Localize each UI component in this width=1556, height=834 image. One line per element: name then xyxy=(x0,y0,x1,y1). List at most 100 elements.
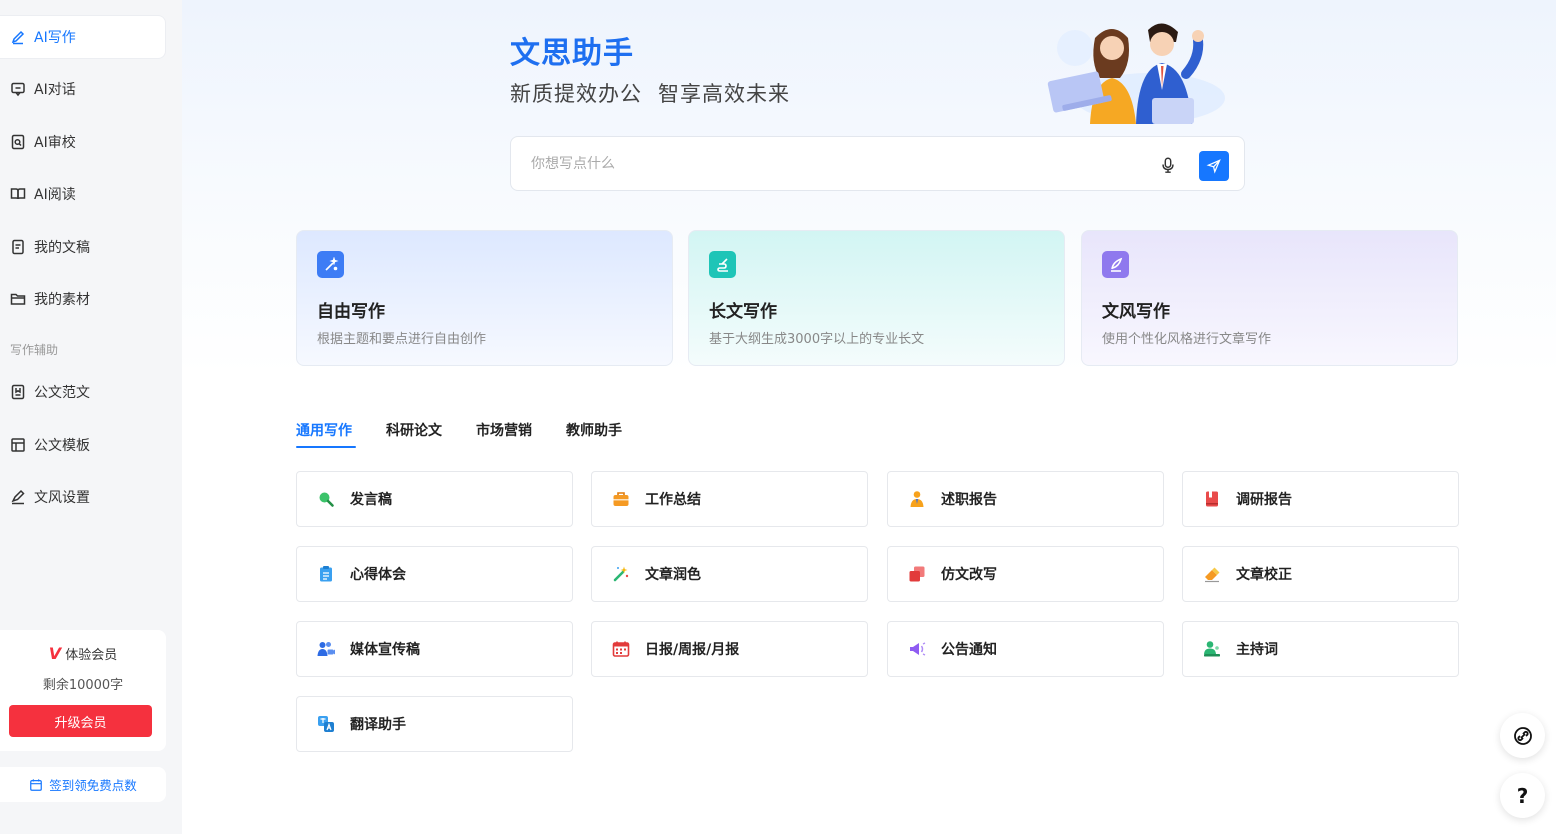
pen-icon xyxy=(10,29,26,45)
bookmark-doc-icon xyxy=(10,384,26,400)
media-people-icon xyxy=(317,640,335,658)
megaphone-icon xyxy=(908,640,926,658)
template-label: 心得体会 xyxy=(350,567,406,583)
template-label: 公告通知 xyxy=(941,642,997,658)
template-host-script[interactable]: 主持词 xyxy=(1182,621,1459,677)
quill-icon xyxy=(1102,251,1129,278)
help-label: ? xyxy=(1516,783,1529,808)
template-speech[interactable]: 发言稿 xyxy=(296,471,573,527)
feature-card-desc: 根据主题和要点进行自由创作 xyxy=(317,332,487,347)
sidebar-item-my-materials[interactable]: 我的素材 xyxy=(0,277,166,321)
sidebar-item-ai-writing[interactable]: AI写作 xyxy=(0,15,166,59)
sidebar-item-label: AI写作 xyxy=(34,30,76,46)
template-label: 工作总结 xyxy=(645,492,701,508)
signin-button[interactable]: 签到领免费点数 xyxy=(0,767,166,802)
member-remaining: 剩余10000字 xyxy=(42,678,124,693)
magic-pen-icon xyxy=(317,251,344,278)
book-icon xyxy=(10,186,26,202)
active-tab-indicator xyxy=(296,446,356,448)
template-imitation-rewrite[interactable]: 仿文改写 xyxy=(887,546,1164,602)
sidebar-item-label: AI审校 xyxy=(34,135,76,151)
template-daily-weekly-monthly[interactable]: 日报/周报/月报 xyxy=(591,621,868,677)
float-link-button[interactable] xyxy=(1500,713,1545,758)
help-button[interactable]: ? xyxy=(1500,773,1545,818)
eraser-icon xyxy=(1203,565,1221,583)
chat-icon xyxy=(10,81,26,97)
feature-card-long-writing[interactable]: 长文写作 基于大纲生成3000字以上的专业长文 xyxy=(688,230,1065,366)
calendar-icon xyxy=(612,640,630,658)
template-icon xyxy=(10,437,26,453)
subtitle-part-1: 新质提效办公 xyxy=(510,82,642,106)
sidebar-item-ai-proofread[interactable]: AI审校 xyxy=(0,120,166,164)
calendar-icon xyxy=(30,778,43,791)
folder-icon xyxy=(10,291,26,307)
template-translation[interactable]: 翻译助手 xyxy=(296,696,573,752)
sidebar-item-label: AI阅读 xyxy=(34,187,76,203)
person-tie-icon xyxy=(908,490,926,508)
brush-icon xyxy=(10,489,26,505)
microphone-icon[interactable] xyxy=(1157,154,1179,176)
sidebar-item-label: 我的素材 xyxy=(34,292,90,308)
subtitle-part-2: 智享高效未来 xyxy=(658,82,790,106)
proofread-icon xyxy=(10,134,26,150)
template-label: 调研报告 xyxy=(1236,492,1292,508)
template-announcement[interactable]: 公告通知 xyxy=(887,621,1164,677)
tab-research-paper[interactable]: 科研论文 xyxy=(386,420,442,440)
feature-card-free-writing[interactable]: 自由写作 根据主题和要点进行自由创作 xyxy=(296,230,673,366)
feature-card-title: 自由写作 xyxy=(317,302,385,322)
upgrade-member-button[interactable]: 升级会员 xyxy=(9,705,152,737)
tab-teacher-assistant[interactable]: 教师助手 xyxy=(566,420,622,440)
tab-marketing[interactable]: 市场营销 xyxy=(476,420,532,440)
template-research-report[interactable]: 调研报告 xyxy=(1182,471,1459,527)
template-work-summary[interactable]: 工作总结 xyxy=(591,471,868,527)
red-book-icon xyxy=(1203,490,1221,508)
template-duty-report[interactable]: 述职报告 xyxy=(887,471,1164,527)
template-label: 媒体宣传稿 xyxy=(350,642,420,658)
magic-wand-icon xyxy=(612,565,630,583)
sidebar-item-ai-reading[interactable]: AI阅读 xyxy=(0,172,166,216)
search-input[interactable] xyxy=(531,151,1131,177)
member-card: V 体验会员 剩余10000字 升级会员 xyxy=(0,630,166,751)
template-label: 主持词 xyxy=(1236,642,1278,658)
search-box xyxy=(510,136,1245,191)
sidebar-item-my-drafts[interactable]: 我的文稿 xyxy=(0,225,166,269)
translate-icon xyxy=(317,715,335,733)
sidebar: AI写作 AI对话 AI审校 AI阅读 我的文稿 我的素材 写作辅助 公文范文 … xyxy=(0,0,182,834)
member-title-text: 体验会员 xyxy=(65,648,118,663)
main-content: 文思助手 新质提效办公智享高效未来 自由写作 根据主题和要点进行 xyxy=(182,0,1556,834)
template-media-release[interactable]: 媒体宣传稿 xyxy=(296,621,573,677)
template-reflections[interactable]: 心得体会 xyxy=(296,546,573,602)
sidebar-item-label: AI对话 xyxy=(34,82,76,98)
magnifier-icon xyxy=(317,490,335,508)
document-icon xyxy=(10,239,26,255)
template-label: 日报/周报/月报 xyxy=(645,642,740,658)
hero-people-illustration xyxy=(1047,23,1225,124)
feature-card-style-writing[interactable]: 文风写作 使用个性化风格进行文章写作 xyxy=(1081,230,1458,366)
feature-card-title: 长文写作 xyxy=(709,302,777,322)
sidebar-item-official-templates[interactable]: 公文模板 xyxy=(0,423,166,467)
sidebar-item-official-samples[interactable]: 公文范文 xyxy=(0,370,166,414)
link-icon xyxy=(1513,726,1532,745)
signin-label: 签到领免费点数 xyxy=(49,778,137,793)
template-label: 翻译助手 xyxy=(350,717,406,733)
template-label: 文章校正 xyxy=(1236,567,1292,583)
host-icon xyxy=(1203,640,1221,658)
send-button[interactable] xyxy=(1199,151,1229,181)
template-label: 述职报告 xyxy=(941,492,997,508)
template-article-polish[interactable]: 文章润色 xyxy=(591,546,868,602)
feature-card-desc: 基于大纲生成3000字以上的专业长文 xyxy=(709,332,925,347)
long-text-icon xyxy=(709,251,736,278)
sidebar-item-label: 文风设置 xyxy=(34,490,90,506)
vip-v-icon: V xyxy=(48,644,62,663)
tab-general-writing[interactable]: 通用写作 xyxy=(296,420,352,440)
page-title: 文思助手 xyxy=(510,36,634,71)
sidebar-item-ai-chat[interactable]: AI对话 xyxy=(0,67,166,111)
sidebar-item-style-settings[interactable]: 文风设置 xyxy=(0,475,166,519)
template-label: 发言稿 xyxy=(350,492,392,508)
template-label: 仿文改写 xyxy=(941,567,997,583)
send-icon xyxy=(1206,159,1221,174)
briefcase-icon xyxy=(612,490,630,508)
sidebar-item-label: 公文模板 xyxy=(34,438,90,454)
template-label: 文章润色 xyxy=(645,567,701,583)
template-article-correction[interactable]: 文章校正 xyxy=(1182,546,1459,602)
